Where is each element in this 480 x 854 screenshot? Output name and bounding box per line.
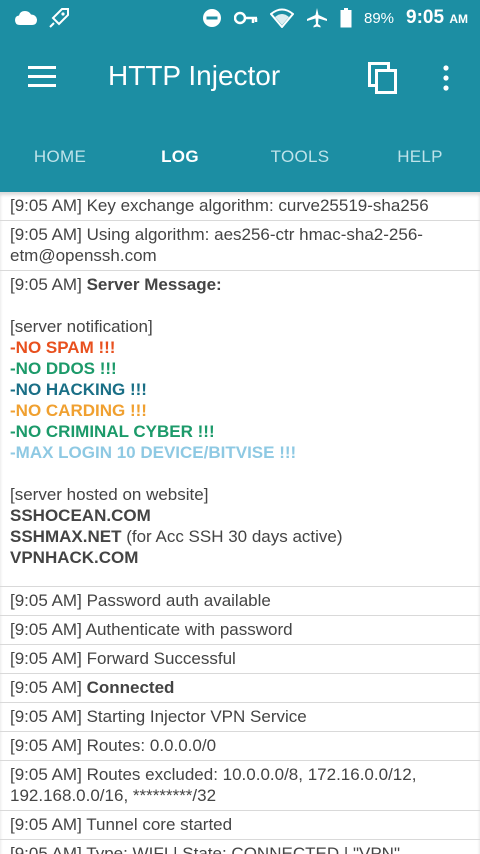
server-rule: -MAX LOGIN 10 DEVICE/BITVISE !!! [10, 443, 297, 462]
log-list[interactable]: [9:05 AM] Key exchange algorithm: curve2… [0, 192, 480, 854]
tab-tools[interactable]: TOOLS [240, 122, 360, 192]
log-timestamp: [9:05 AM] [10, 815, 82, 834]
log-row-server-message: [9:05 AM] Server Message: [server notifi… [0, 271, 480, 587]
log-timestamp: [9:05 AM] [10, 591, 82, 610]
log-text: Type: WIFI | State: CONNECTED | "VPN" [86, 844, 400, 854]
log-timestamp: [9:05 AM] [10, 765, 82, 784]
server-site: SSHMAX.NET [10, 527, 122, 546]
tab-help[interactable]: HELP [360, 122, 480, 192]
battery-icon [340, 8, 352, 28]
server-message-label: Server Message: [86, 275, 222, 294]
log-text: Authenticate with password [85, 620, 293, 639]
log-text-connected: Connected [86, 678, 175, 697]
log-timestamp: [9:05 AM] [10, 620, 82, 639]
server-site: VPNHACK.COM [10, 548, 139, 567]
log-text: Tunnel core started [86, 815, 233, 834]
do-not-disturb-icon [202, 9, 221, 27]
server-rule: -NO CARDING !!! [10, 401, 147, 420]
tab-log[interactable]: LOG [120, 122, 240, 192]
server-rule: -NO SPAM !!! [10, 338, 116, 357]
rocket-icon [49, 8, 69, 28]
log-timestamp: [9:05 AM] [10, 678, 82, 697]
log-row: [9:05 AM] Forward Successful [0, 645, 480, 674]
log-row: [9:05 AM] Tunnel core started [0, 811, 480, 840]
server-rule: -NO CRIMINAL CYBER !!! [10, 422, 215, 441]
clock-ampm: AM [449, 12, 468, 26]
log-row: [9:05 AM] Key exchange algorithm: curve2… [0, 192, 480, 221]
app-bar: HTTP Injector [0, 36, 480, 122]
log-row: [9:05 AM] Authenticate with password [0, 616, 480, 645]
log-timestamp: [9:05 AM] [10, 196, 82, 215]
battery-percent: 89% [363, 9, 395, 27]
status-bar: 89% 9:05 AM [0, 0, 480, 36]
more-options-icon[interactable] [440, 64, 452, 92]
tab-home[interactable]: HOME [0, 122, 120, 192]
copy-icon[interactable] [368, 62, 398, 94]
log-text: Forward Successful [86, 649, 236, 668]
app-title: HTTP Injector [108, 60, 281, 91]
log-text: Password auth available [86, 591, 271, 610]
log-row: [9:05 AM] Routes excluded: 10.0.0.0/8, 1… [0, 761, 480, 811]
log-timestamp: [9:05 AM] [10, 225, 82, 244]
server-rule: -NO DDOS !!! [10, 359, 117, 378]
wifi-icon [269, 8, 294, 28]
log-text: Starting Injector VPN Service [86, 707, 307, 726]
log-timestamp: [9:05 AM] [10, 844, 82, 854]
log-timestamp: [9:05 AM] [10, 275, 82, 294]
log-timestamp: [9:05 AM] [10, 736, 82, 755]
vpn-key-icon [233, 11, 258, 25]
log-row: [9:05 AM] Routes: 0.0.0.0/0 [0, 732, 480, 761]
cloud-icon [15, 11, 37, 25]
log-text: Key exchange algorithm: curve25519-sha25… [86, 196, 429, 215]
log-timestamp: [9:05 AM] [10, 649, 82, 668]
log-row: [9:05 AM] Starting Injector VPN Service [0, 703, 480, 732]
menu-icon[interactable] [28, 66, 56, 88]
log-row: [9:05 AM] Type: WIFI | State: CONNECTED … [0, 840, 480, 854]
log-row: [9:05 AM] Password auth available [0, 587, 480, 616]
log-timestamp: [9:05 AM] [10, 707, 82, 726]
log-row: [9:05 AM] Connected [0, 674, 480, 703]
clock-time: 9:05 [406, 7, 445, 28]
server-rule: -NO HACKING !!! [10, 380, 147, 399]
log-row: [9:05 AM] Using algorithm: aes256-ctr hm… [0, 221, 480, 271]
server-site: SSHOCEAN.COM [10, 506, 151, 525]
server-hosted-header: [server hosted on website] [10, 485, 209, 504]
log-text: Routes: 0.0.0.0/0 [86, 736, 217, 755]
clock: 9:05 AM [406, 7, 468, 29]
tab-bar: HOME LOG TOOLS HELP [0, 122, 480, 192]
server-site-note: (for Acc SSH 30 days active) [121, 527, 343, 546]
airplane-icon [306, 8, 327, 28]
server-notification-header: [server notification] [10, 317, 153, 336]
